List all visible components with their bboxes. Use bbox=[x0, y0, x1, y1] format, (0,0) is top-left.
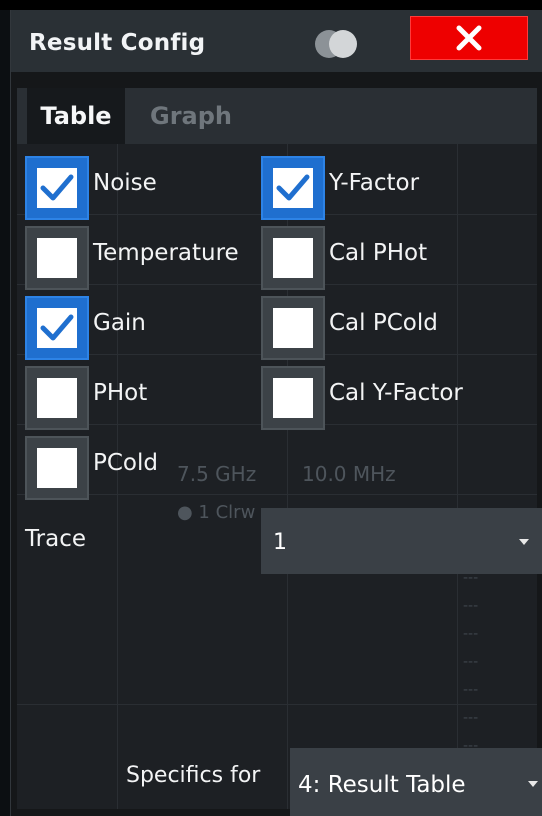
result-config-dialog: Result Config Table Graph 7.5 GHz 10.0 M… bbox=[10, 10, 542, 816]
checkbox-label: Cal Y-Factor bbox=[329, 380, 463, 406]
checkbox-box[interactable] bbox=[261, 366, 325, 430]
background-span: 10.0 MHz bbox=[302, 462, 396, 486]
checkbox-box[interactable] bbox=[25, 436, 89, 500]
checkbox-box[interactable] bbox=[25, 226, 89, 290]
trace-row: Trace 1 bbox=[17, 502, 542, 574]
checkbox-box[interactable] bbox=[25, 296, 89, 360]
checkbox-pcold[interactable]: PCold bbox=[25, 436, 265, 504]
dialog-body: Table Graph 7.5 GHz 10.0 MHz ● 1 Clrw --… bbox=[11, 72, 542, 816]
checkbox-inner bbox=[273, 168, 313, 208]
toggle-icon[interactable] bbox=[315, 30, 371, 58]
checkbox-label: Noise bbox=[93, 170, 157, 196]
specifics-label: Specifics for bbox=[126, 763, 261, 788]
background-dash: --- bbox=[463, 626, 479, 642]
checkmark-icon bbox=[40, 174, 74, 201]
background-dash: --- bbox=[463, 682, 479, 698]
background-dash: --- bbox=[463, 710, 479, 726]
specifics-value: 4: Result Table bbox=[298, 772, 466, 798]
tab-graph[interactable]: Graph bbox=[129, 88, 253, 144]
checkbox-inner bbox=[273, 238, 313, 278]
checkbox-cal-y-factor[interactable]: Cal Y-Factor bbox=[261, 366, 521, 434]
checkbox-label: PHot bbox=[93, 380, 148, 406]
tab-bar: Table Graph bbox=[17, 88, 537, 144]
checkbox-label: Y-Factor bbox=[329, 170, 420, 196]
checkbox-inner bbox=[273, 308, 313, 348]
checkbox-label: Cal PCold bbox=[329, 310, 438, 336]
title-bar[interactable]: Result Config bbox=[11, 10, 542, 72]
checkbox-box[interactable] bbox=[25, 156, 89, 220]
checkbox-inner bbox=[37, 378, 77, 418]
specifics-select[interactable]: 4: Result Table bbox=[290, 748, 542, 816]
background-dash: --- bbox=[463, 654, 479, 670]
checkmark-icon bbox=[40, 314, 74, 341]
checkbox-inner bbox=[37, 168, 77, 208]
checkbox-label: Cal PHot bbox=[329, 240, 428, 266]
checkbox-inner bbox=[37, 238, 77, 278]
checkbox-box[interactable] bbox=[261, 156, 325, 220]
checkbox-gain[interactable]: Gain bbox=[25, 296, 265, 364]
chevron-down-icon bbox=[519, 539, 529, 545]
trace-select[interactable]: 1 bbox=[261, 508, 542, 574]
checkbox-temperature[interactable]: Temperature bbox=[25, 226, 265, 294]
background-dash: --- bbox=[463, 598, 479, 614]
checkbox-noise[interactable]: Noise bbox=[25, 156, 265, 224]
checkbox-cal-pcold[interactable]: Cal PCold bbox=[261, 296, 521, 364]
toggle-icon-front bbox=[329, 30, 357, 58]
checkbox-label: PCold bbox=[93, 450, 158, 476]
checkbox-label: Gain bbox=[93, 310, 146, 336]
close-button[interactable] bbox=[410, 16, 528, 60]
trace-value: 1 bbox=[273, 530, 287, 555]
checkbox-inner bbox=[273, 378, 313, 418]
checkbox-y-factor[interactable]: Y-Factor bbox=[261, 156, 521, 224]
checkbox-box[interactable] bbox=[25, 366, 89, 430]
close-icon bbox=[456, 25, 482, 51]
chevron-down-icon bbox=[528, 781, 538, 787]
checkbox-inner bbox=[37, 448, 77, 488]
dialog-title: Result Config bbox=[29, 30, 206, 56]
trace-label: Trace bbox=[25, 526, 87, 552]
top-strip bbox=[0, 0, 542, 10]
checkmark-icon bbox=[276, 174, 310, 201]
checkbox-inner bbox=[37, 308, 77, 348]
checkbox-phot[interactable]: PHot bbox=[25, 366, 265, 434]
checkbox-cal-phot[interactable]: Cal PHot bbox=[261, 226, 521, 294]
checkbox-box[interactable] bbox=[261, 296, 325, 360]
checkbox-label: Temperature bbox=[93, 240, 239, 266]
checkbox-box[interactable] bbox=[261, 226, 325, 290]
grid-line bbox=[17, 704, 537, 705]
tab-table[interactable]: Table bbox=[27, 88, 125, 144]
